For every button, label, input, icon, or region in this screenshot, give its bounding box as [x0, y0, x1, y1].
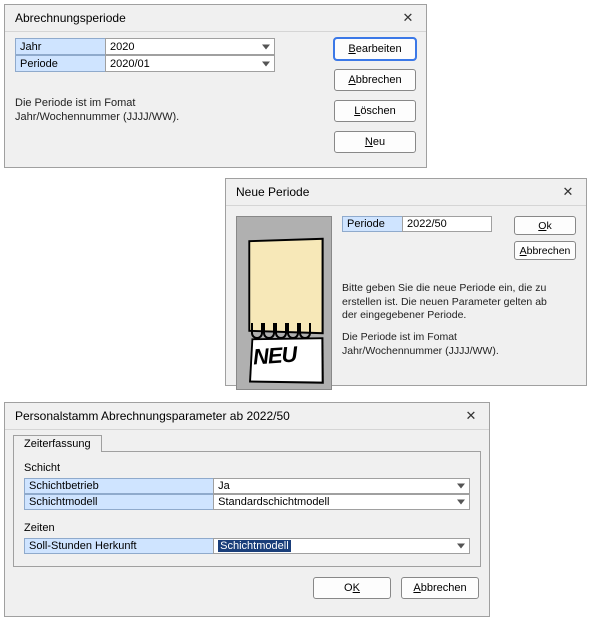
- target-hours-source-value: Schichtmodell: [218, 540, 290, 552]
- instruction-text: Bitte geben Sie die neue Periode ein, di…: [342, 282, 552, 323]
- delete-button[interactable]: Löschen: [334, 100, 416, 122]
- new-button[interactable]: Neu: [334, 131, 416, 153]
- dialog-title: Neue Periode: [236, 185, 558, 199]
- format-hint: Die Periode ist im Fomat Jahr/Wochennumm…: [342, 331, 552, 358]
- tab-zeiterfassung[interactable]: Zeiterfassung: [13, 435, 102, 452]
- section-schicht: Schicht: [24, 462, 470, 474]
- year-value: 2020: [110, 41, 134, 53]
- dialog-personalstamm: Personalstamm Abrechnungsparameter ab 20…: [4, 402, 490, 617]
- section-zeiten: Zeiten: [24, 522, 470, 534]
- period-combo[interactable]: 2020/01: [105, 55, 275, 72]
- year-label: Jahr: [15, 38, 105, 55]
- period-value: 2020/01: [110, 58, 150, 70]
- calendar-neu-icon: NEU: [236, 216, 332, 390]
- target-hours-source-label: Soll-Stunden Herkunft: [24, 538, 213, 554]
- shift-model-combo[interactable]: Standardschichtmodell: [213, 494, 470, 510]
- tab-strip: Zeiterfassung: [13, 434, 481, 451]
- tab-panel: Schicht Schichtbetrieb Ja Schichtmodell …: [13, 451, 481, 567]
- shift-op-label: Schichtbetrieb: [24, 478, 213, 494]
- period-input[interactable]: 2022/50: [402, 216, 492, 232]
- period-label: Periode: [15, 55, 105, 72]
- close-icon[interactable]: ✕: [461, 407, 481, 425]
- period-label: Periode: [342, 216, 402, 232]
- target-hours-source-combo[interactable]: Schichtmodell: [213, 538, 470, 554]
- shift-op-value: Ja: [218, 480, 230, 492]
- year-combo[interactable]: 2020: [105, 38, 275, 55]
- titlebar: Personalstamm Abrechnungsparameter ab 20…: [5, 403, 489, 430]
- titlebar: Neue Periode ✕: [226, 179, 586, 206]
- shift-model-label: Schichtmodell: [24, 494, 213, 510]
- edit-button[interactable]: Bearbeiten: [334, 38, 416, 60]
- shift-model-value: Standardschichtmodell: [218, 496, 329, 508]
- dialog-title: Personalstamm Abrechnungsparameter ab 20…: [15, 409, 461, 423]
- period-value: 2022/50: [407, 218, 447, 230]
- titlebar: Abrechnungsperiode ✕: [5, 5, 426, 32]
- dialog-title: Abrechnungsperiode: [15, 11, 398, 25]
- close-icon[interactable]: ✕: [398, 9, 418, 27]
- ok-button[interactable]: Ok: [514, 216, 576, 235]
- cancel-button[interactable]: Abbrechen: [514, 241, 576, 260]
- dialog-abrechnungsperiode: Abrechnungsperiode ✕ Jahr 2020 Periode 2…: [4, 4, 427, 168]
- close-icon[interactable]: ✕: [558, 183, 578, 201]
- shift-op-combo[interactable]: Ja: [213, 478, 470, 494]
- cancel-button[interactable]: Abbrechen: [334, 69, 416, 91]
- dialog-neue-periode: Neue Periode ✕ NEU Periode 2022/50: [225, 178, 587, 386]
- cancel-button[interactable]: Abbrechen: [401, 577, 479, 599]
- ok-button[interactable]: OK: [313, 577, 391, 599]
